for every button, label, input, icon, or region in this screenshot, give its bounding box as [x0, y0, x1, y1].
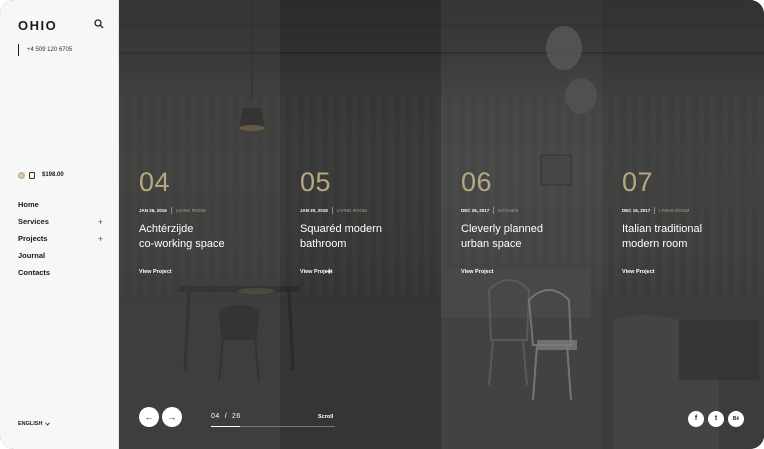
nav-item-contacts[interactable]: Contacts — [18, 264, 106, 281]
shopping-bag-icon — [29, 171, 35, 179]
nav-item-label: Home — [18, 200, 39, 209]
view-project-link[interactable]: View Project — [622, 269, 655, 275]
meta-divider — [493, 207, 495, 214]
nav-item-home[interactable]: Home — [18, 196, 106, 213]
twitter-button[interactable]: t — [708, 411, 724, 427]
project-meta: DEC 26, 2017 KITCHEN — [461, 207, 518, 214]
behance-button[interactable]: Bē — [728, 411, 744, 427]
search-icon[interactable] — [94, 19, 104, 29]
project-category[interactable]: KITCHEN — [498, 208, 518, 213]
project-meta: DEC 16, 2017 LIVING ROOM — [622, 207, 689, 214]
project-number: 04 — [139, 167, 171, 197]
project-title-line: bathroom — [300, 238, 347, 250]
project-category[interactable]: LIVING ROOM — [176, 208, 206, 213]
nav-item-projects[interactable]: Projects + — [18, 230, 106, 247]
nav-item-label: Projects — [18, 234, 48, 243]
project-title-line: Squaréd modern — [300, 223, 382, 235]
project-meta: JAN 26, 2015 LIVING ROOM — [139, 207, 206, 214]
project-number: 07 — [622, 167, 654, 197]
expand-plus-icon[interactable]: + — [98, 217, 106, 227]
expand-plus-icon[interactable]: + — [98, 234, 106, 244]
slide-current: 04 — [211, 413, 220, 420]
arrow-right-icon: → — [167, 412, 177, 422]
project-card[interactable]: 06 DEC 26, 2017 KITCHEN Cleverly planned… — [441, 0, 602, 449]
view-project-link[interactable]: View Project — [461, 269, 494, 275]
meta-divider — [170, 207, 172, 214]
project-number: 05 — [300, 167, 332, 197]
project-title-line: Achtérzijde — [139, 223, 194, 235]
language-selector[interactable]: ENGLISH — [18, 421, 51, 427]
plus-icon[interactable]: + — [326, 266, 332, 278]
facebook-icon: f — [694, 415, 698, 422]
project-category[interactable]: LIVING ROOM — [659, 208, 689, 213]
language-label: ENGLISH — [18, 421, 43, 427]
arrow-left-icon: ← — [144, 412, 154, 422]
project-date: DEC 16, 2017 — [622, 208, 651, 213]
project-date: JAN 20, 2018 — [300, 208, 328, 213]
view-project-link[interactable]: View Project — [139, 269, 172, 275]
project-title-line: Italian traditional — [622, 223, 703, 235]
brand-logo[interactable]: OHIO — [18, 18, 57, 33]
project-card[interactable]: 04 JAN 26, 2015 LIVING ROOM Achtérzijde … — [119, 0, 280, 449]
project-title-line: modern room — [622, 238, 688, 250]
nav-item-label: Contacts — [18, 268, 51, 277]
next-arrow-button[interactable]: → — [162, 407, 182, 427]
project-card[interactable]: 07 DEC 16, 2017 LIVING ROOM Italian trad… — [602, 0, 763, 449]
phone-number[interactable]: +4 509 120 6705 — [18, 44, 72, 56]
project-title-line: urban space — [461, 238, 522, 250]
facebook-button[interactable]: f — [688, 411, 704, 427]
slide-counter: 04 / 26 — [211, 413, 241, 420]
cart-widget[interactable]: 0 $198.00 — [18, 169, 64, 181]
nav-item-label: Services — [18, 217, 49, 226]
project-date: JAN 26, 2015 — [139, 208, 167, 213]
project-title[interactable]: Squaréd modern bathroom — [300, 222, 430, 252]
project-card[interactable]: 05 JAN 20, 2018 LIVING ROOM Squaréd mode… — [280, 0, 441, 449]
project-title[interactable]: Italian traditional modern room — [622, 222, 752, 252]
sidebar: OHIO +4 509 120 6705 0 $198.00 Home Serv… — [0, 0, 119, 449]
chevron-down-icon — [45, 422, 51, 426]
project-meta: JAN 20, 2018 LIVING ROOM — [300, 207, 367, 214]
project-date: DEC 26, 2017 — [461, 208, 490, 213]
scroll-hint[interactable]: Scroll — [318, 414, 333, 420]
behance-icon: Bē — [732, 416, 740, 422]
slide-progress-fill — [211, 426, 240, 427]
project-title[interactable]: Cleverly planned urban space — [461, 222, 591, 252]
project-title-line: Cleverly planned — [461, 223, 543, 235]
project-number: 06 — [461, 167, 493, 197]
slide-separator: / — [224, 413, 228, 420]
slide-total: 26 — [232, 413, 241, 420]
prev-arrow-button[interactable]: ← — [139, 407, 159, 427]
main-navigation: Home Services + Projects + Journal Contact… — [18, 196, 106, 281]
project-title[interactable]: Achtérzijde co-working space — [139, 222, 269, 252]
nav-item-services[interactable]: Services + — [18, 213, 106, 230]
meta-divider — [654, 207, 656, 214]
cart-count-badge: 0 — [18, 171, 25, 179]
project-title-line: co-working space — [139, 238, 225, 250]
meta-divider — [331, 207, 333, 214]
nav-item-label: Journal — [18, 251, 46, 260]
cart-total: $198.00 — [42, 172, 64, 178]
app-frame: OHIO +4 509 120 6705 0 $198.00 Home Serv… — [0, 0, 764, 449]
nav-item-journal[interactable]: Journal — [18, 247, 106, 264]
twitter-icon: t — [714, 415, 718, 422]
project-category[interactable]: LIVING ROOM — [337, 208, 367, 213]
